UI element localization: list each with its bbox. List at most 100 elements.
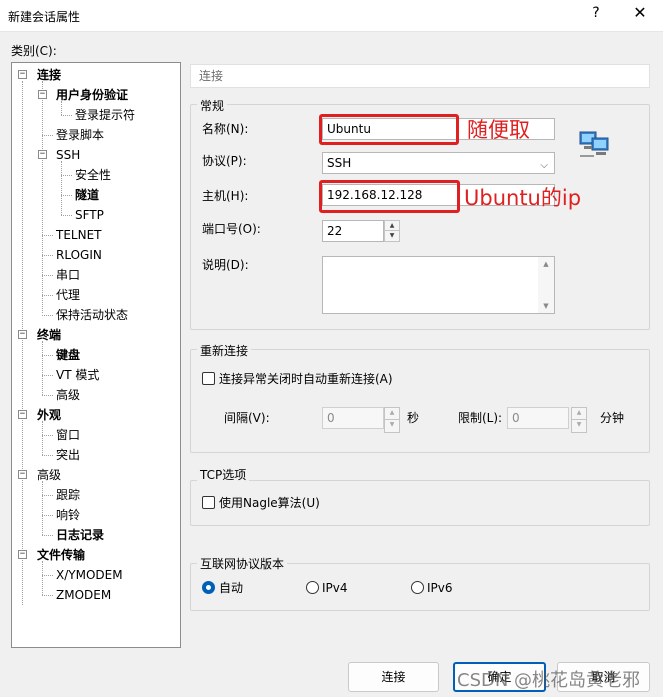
host-annotation: Ubuntu的ip [464, 186, 582, 210]
host-highlight [319, 180, 460, 213]
tree-connector [42, 135, 53, 136]
tree-connector [61, 175, 72, 176]
auto-reconnect-checkbox[interactable] [202, 372, 215, 385]
category-tree[interactable]: 连接 − 用户身份验证 − 登录提示符 登录脚本 SSH − 安全性 隧道 SFTP TELNET RL… [11, 62, 181, 648]
tree-item[interactable]: 高级 [37, 466, 61, 484]
watermark: CSDN @桃花岛黄老邪 [457, 670, 641, 691]
scroll-down-icon[interactable]: ▼ [538, 299, 554, 313]
nagle-checkbox[interactable] [202, 496, 215, 509]
collapse-toggle-icon[interactable]: − [18, 330, 27, 339]
tree-connector [61, 115, 72, 116]
window-title: 新建会话属性 [8, 10, 81, 24]
spin-down-icon: ▼ [389, 421, 395, 428]
tree-item[interactable]: 用户身份验证 [56, 86, 128, 104]
protocol-label: 协议(P): [202, 154, 247, 168]
tree-line [42, 341, 43, 395]
tree-line [42, 81, 43, 313]
name-annotation: 随便取 [467, 118, 530, 142]
port-field[interactable]: 22 [322, 220, 384, 242]
tree-line [42, 481, 43, 535]
tree-connector [42, 575, 53, 576]
tree-item[interactable]: 外观 [37, 406, 61, 424]
tree-item[interactable]: VT 模式 [56, 366, 99, 384]
page-header: 连接 [190, 64, 650, 88]
port-label: 端口号(O): [202, 222, 261, 236]
tcp-group-title: TCP选项 [197, 466, 250, 483]
tree-connector [42, 515, 53, 516]
tree-item[interactable]: 登录脚本 [56, 126, 104, 144]
chevron-down-icon: ⌵ [540, 160, 548, 171]
tree-item[interactable]: X/YMODEM [56, 566, 123, 584]
collapse-toggle-icon[interactable]: − [18, 410, 27, 419]
tree-connector [42, 235, 53, 236]
ip-auto-label: 自动 [219, 581, 244, 595]
tree-item[interactable]: RLOGIN [56, 246, 102, 264]
tree-item[interactable]: 突出 [56, 446, 80, 464]
tree-item[interactable]: 代理 [56, 286, 80, 304]
ip-auto-radio[interactable] [202, 581, 215, 594]
spin-up-icon: ▲ [385, 408, 399, 420]
tree-item[interactable]: 串口 [56, 266, 80, 284]
tree-item[interactable]: 键盘 [56, 346, 80, 364]
ip-version-group-title: 互联网协议版本 [197, 555, 288, 572]
collapse-toggle-icon[interactable]: − [18, 550, 27, 559]
spin-up-icon: ▲ [572, 408, 586, 420]
tree-item[interactable]: 高级 [56, 386, 80, 404]
interval-stepper: ▲ ▼ [384, 407, 400, 433]
tree-item[interactable]: 跟踪 [56, 486, 80, 504]
tree-item[interactable]: 响铃 [56, 506, 80, 524]
limit-label: 限制(L): [458, 411, 503, 425]
collapse-toggle-icon[interactable]: − [38, 150, 47, 159]
tree-connector [42, 375, 53, 376]
limit-unit: 分钟 [600, 411, 625, 425]
tree-line [42, 561, 43, 595]
general-group-title: 常规 [197, 97, 228, 114]
tree-connector [42, 435, 53, 436]
auto-reconnect-label: 连接异常关闭时自动重新连接(A) [219, 372, 393, 386]
tree-item[interactable]: 登录提示符 [75, 106, 135, 124]
spin-down-icon: ▼ [576, 421, 582, 428]
scroll-up-icon[interactable]: ▲ [538, 257, 554, 271]
tree-item[interactable]: TELNET [56, 226, 102, 244]
collapse-toggle-icon[interactable]: − [18, 470, 27, 479]
help-icon[interactable]: ? [586, 5, 606, 21]
ipv6-radio[interactable] [411, 581, 424, 594]
tree-item[interactable]: SSH [56, 146, 80, 164]
tree-connector [42, 255, 53, 256]
title-bar: 新建会话属性 ? ✕ [0, 0, 663, 32]
protocol-value: SSH [327, 156, 352, 170]
spin-up-icon[interactable]: ▲ [385, 221, 399, 231]
protocol-select[interactable]: SSH ⌵ [322, 152, 555, 174]
interval-label: 间隔(V): [224, 411, 270, 425]
ipv4-radio[interactable] [306, 581, 319, 594]
tree-item[interactable]: 隧道 [75, 186, 99, 204]
nagle-label: 使用Nagle算法(U) [219, 496, 320, 510]
spin-down-icon[interactable]: ▼ [385, 231, 399, 241]
port-stepper[interactable]: ▲ ▼ [384, 220, 400, 242]
interval-unit: 秒 [407, 411, 420, 425]
tree-connector [42, 295, 53, 296]
tree-connector [42, 395, 53, 396]
tree-item[interactable]: 安全性 [75, 166, 111, 184]
limit-stepper: ▲ ▼ [571, 407, 587, 433]
tree-item[interactable]: 保持活动状态 [56, 306, 128, 324]
reconnect-group [190, 349, 650, 453]
tree-item[interactable]: SFTP [75, 206, 104, 224]
close-icon[interactable]: ✕ [630, 3, 650, 22]
tree-item[interactable]: ZMODEM [56, 586, 111, 604]
description-field[interactable]: ▲ ▼ [322, 256, 555, 314]
tree-line [61, 161, 62, 215]
collapse-toggle-icon[interactable]: − [18, 70, 27, 79]
tree-item[interactable]: 日志记录 [56, 526, 104, 544]
tree-connector [42, 275, 53, 276]
tree-item[interactable]: 窗口 [56, 426, 80, 444]
category-label: 类别(C): [11, 44, 57, 58]
description-scrollbar[interactable]: ▲ ▼ [538, 257, 554, 313]
tree-item[interactable]: 文件传输 [37, 546, 85, 564]
name-label: 名称(N): [202, 122, 249, 136]
tree-item[interactable]: 终端 [37, 326, 61, 344]
tree-item[interactable]: 连接 [37, 66, 61, 84]
ipv6-label: IPv6 [427, 581, 453, 595]
connect-button[interactable]: 连接 [348, 662, 439, 692]
collapse-toggle-icon[interactable]: − [38, 90, 47, 99]
